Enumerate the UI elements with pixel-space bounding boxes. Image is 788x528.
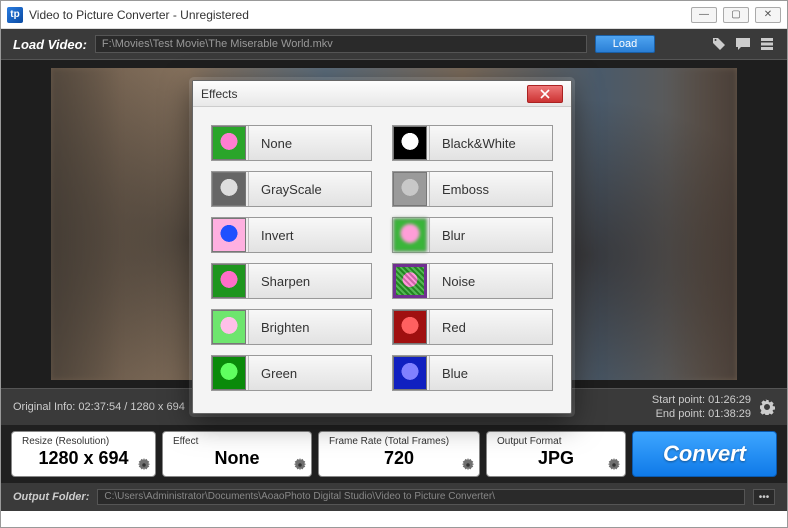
- effect-label-red: Red: [429, 310, 552, 344]
- effect-label-brighten: Brighten: [248, 310, 371, 344]
- load-video-bar: Load Video: F:\Movies\Test Movie\The Mis…: [1, 29, 787, 59]
- framerate-value: 720: [329, 447, 469, 469]
- flower-icon: [393, 264, 427, 298]
- flower-icon: [393, 310, 427, 344]
- maximize-button[interactable]: ▢: [723, 7, 749, 23]
- flower-icon: [212, 356, 246, 390]
- flower-icon: [212, 310, 246, 344]
- trim-settings-icon[interactable]: [759, 399, 775, 415]
- close-window-button[interactable]: ✕: [755, 7, 781, 23]
- output-folder-field[interactable]: C:\Users\Administrator\Documents\AoaoPho…: [97, 489, 745, 505]
- effect-label-none: None: [248, 126, 371, 160]
- minimize-button[interactable]: —: [691, 7, 717, 23]
- output-folder-label: Output Folder:: [13, 491, 89, 503]
- end-point: End point: 01:38:29: [652, 407, 751, 421]
- resize-label: Resize (Resolution): [22, 436, 145, 447]
- resize-value: 1280 x 694: [22, 447, 145, 469]
- effect-label-green: Green: [248, 356, 371, 390]
- effect-red-button[interactable]: Red: [392, 309, 553, 345]
- effect-blur-button[interactable]: Blur: [392, 217, 553, 253]
- flower-icon: [393, 218, 427, 252]
- load-button[interactable]: Load: [595, 35, 655, 53]
- effect-panel: Effect None: [162, 431, 312, 477]
- dialog-close-button[interactable]: [527, 85, 563, 103]
- app-icon: tp: [7, 7, 23, 23]
- flower-icon: [393, 172, 427, 206]
- resize-gear-icon[interactable]: [137, 458, 151, 472]
- effect-label-emboss: Emboss: [429, 172, 552, 206]
- flower-icon: [393, 356, 427, 390]
- format-label: Output Format: [497, 436, 615, 447]
- effect-green-button[interactable]: Green: [211, 355, 372, 391]
- list-icon[interactable]: [759, 36, 775, 52]
- flower-icon: [212, 172, 246, 206]
- effect-label-blue: Blue: [429, 356, 552, 390]
- effect-sharpen-button[interactable]: Sharpen: [211, 263, 372, 299]
- output-folder-bar: Output Folder: C:\Users\Administrator\Do…: [1, 483, 787, 511]
- window-titlebar: tp Video to Picture Converter - Unregist…: [1, 1, 787, 29]
- effect-label: Effect: [173, 436, 301, 447]
- start-point: Start point: 01:26:29: [652, 393, 751, 407]
- load-video-label: Load Video:: [13, 37, 87, 52]
- framerate-label: Frame Rate (Total Frames): [329, 436, 469, 447]
- framerate-gear-icon[interactable]: [461, 458, 475, 472]
- effect-label-gray: GrayScale: [248, 172, 371, 206]
- effect-brighten-button[interactable]: Brighten: [211, 309, 372, 345]
- resize-panel: Resize (Resolution) 1280 x 694: [11, 431, 156, 477]
- browse-folder-button[interactable]: •••: [753, 489, 775, 505]
- effect-label-blur: Blur: [429, 218, 552, 252]
- format-value: JPG: [497, 447, 615, 469]
- effect-label-bw: Black&White: [429, 126, 552, 160]
- flower-icon: [212, 218, 246, 252]
- effect-label-invert: Invert: [248, 218, 371, 252]
- effect-blue-button[interactable]: Blue: [392, 355, 553, 391]
- effect-emboss-button[interactable]: Emboss: [392, 171, 553, 207]
- effect-invert-button[interactable]: Invert: [211, 217, 372, 253]
- effect-noise-button[interactable]: Noise: [392, 263, 553, 299]
- settings-panels: Resize (Resolution) 1280 x 694 Effect No…: [1, 425, 787, 483]
- effect-label-noise: Noise: [429, 264, 552, 298]
- flower-icon: [212, 126, 246, 160]
- window-title: Video to Picture Converter - Unregistere…: [29, 8, 691, 22]
- framerate-panel: Frame Rate (Total Frames) 720: [318, 431, 480, 477]
- tag-icon[interactable]: [711, 36, 727, 52]
- effect-none-button[interactable]: None: [211, 125, 372, 161]
- effect-gear-icon[interactable]: [293, 458, 307, 472]
- format-gear-icon[interactable]: [607, 458, 621, 472]
- dialog-titlebar: Effects: [193, 81, 571, 107]
- video-path-field[interactable]: F:\Movies\Test Movie\The Miserable World…: [95, 35, 587, 53]
- flower-icon: [212, 264, 246, 298]
- comment-icon[interactable]: [735, 36, 751, 52]
- effect-blackwhite-button[interactable]: Black&White: [392, 125, 553, 161]
- convert-button[interactable]: Convert: [632, 431, 777, 477]
- dialog-title: Effects: [201, 87, 237, 101]
- original-info: Original Info: 02:37:54 / 1280 x 694: [13, 401, 185, 413]
- format-panel: Output Format JPG: [486, 431, 626, 477]
- effect-label-sharpen: Sharpen: [248, 264, 371, 298]
- effect-grayscale-button[interactable]: GrayScale: [211, 171, 372, 207]
- effect-value: None: [173, 447, 301, 469]
- flower-icon: [393, 126, 427, 160]
- effects-dialog: Effects None Black&White GrayScale Embos…: [192, 80, 572, 414]
